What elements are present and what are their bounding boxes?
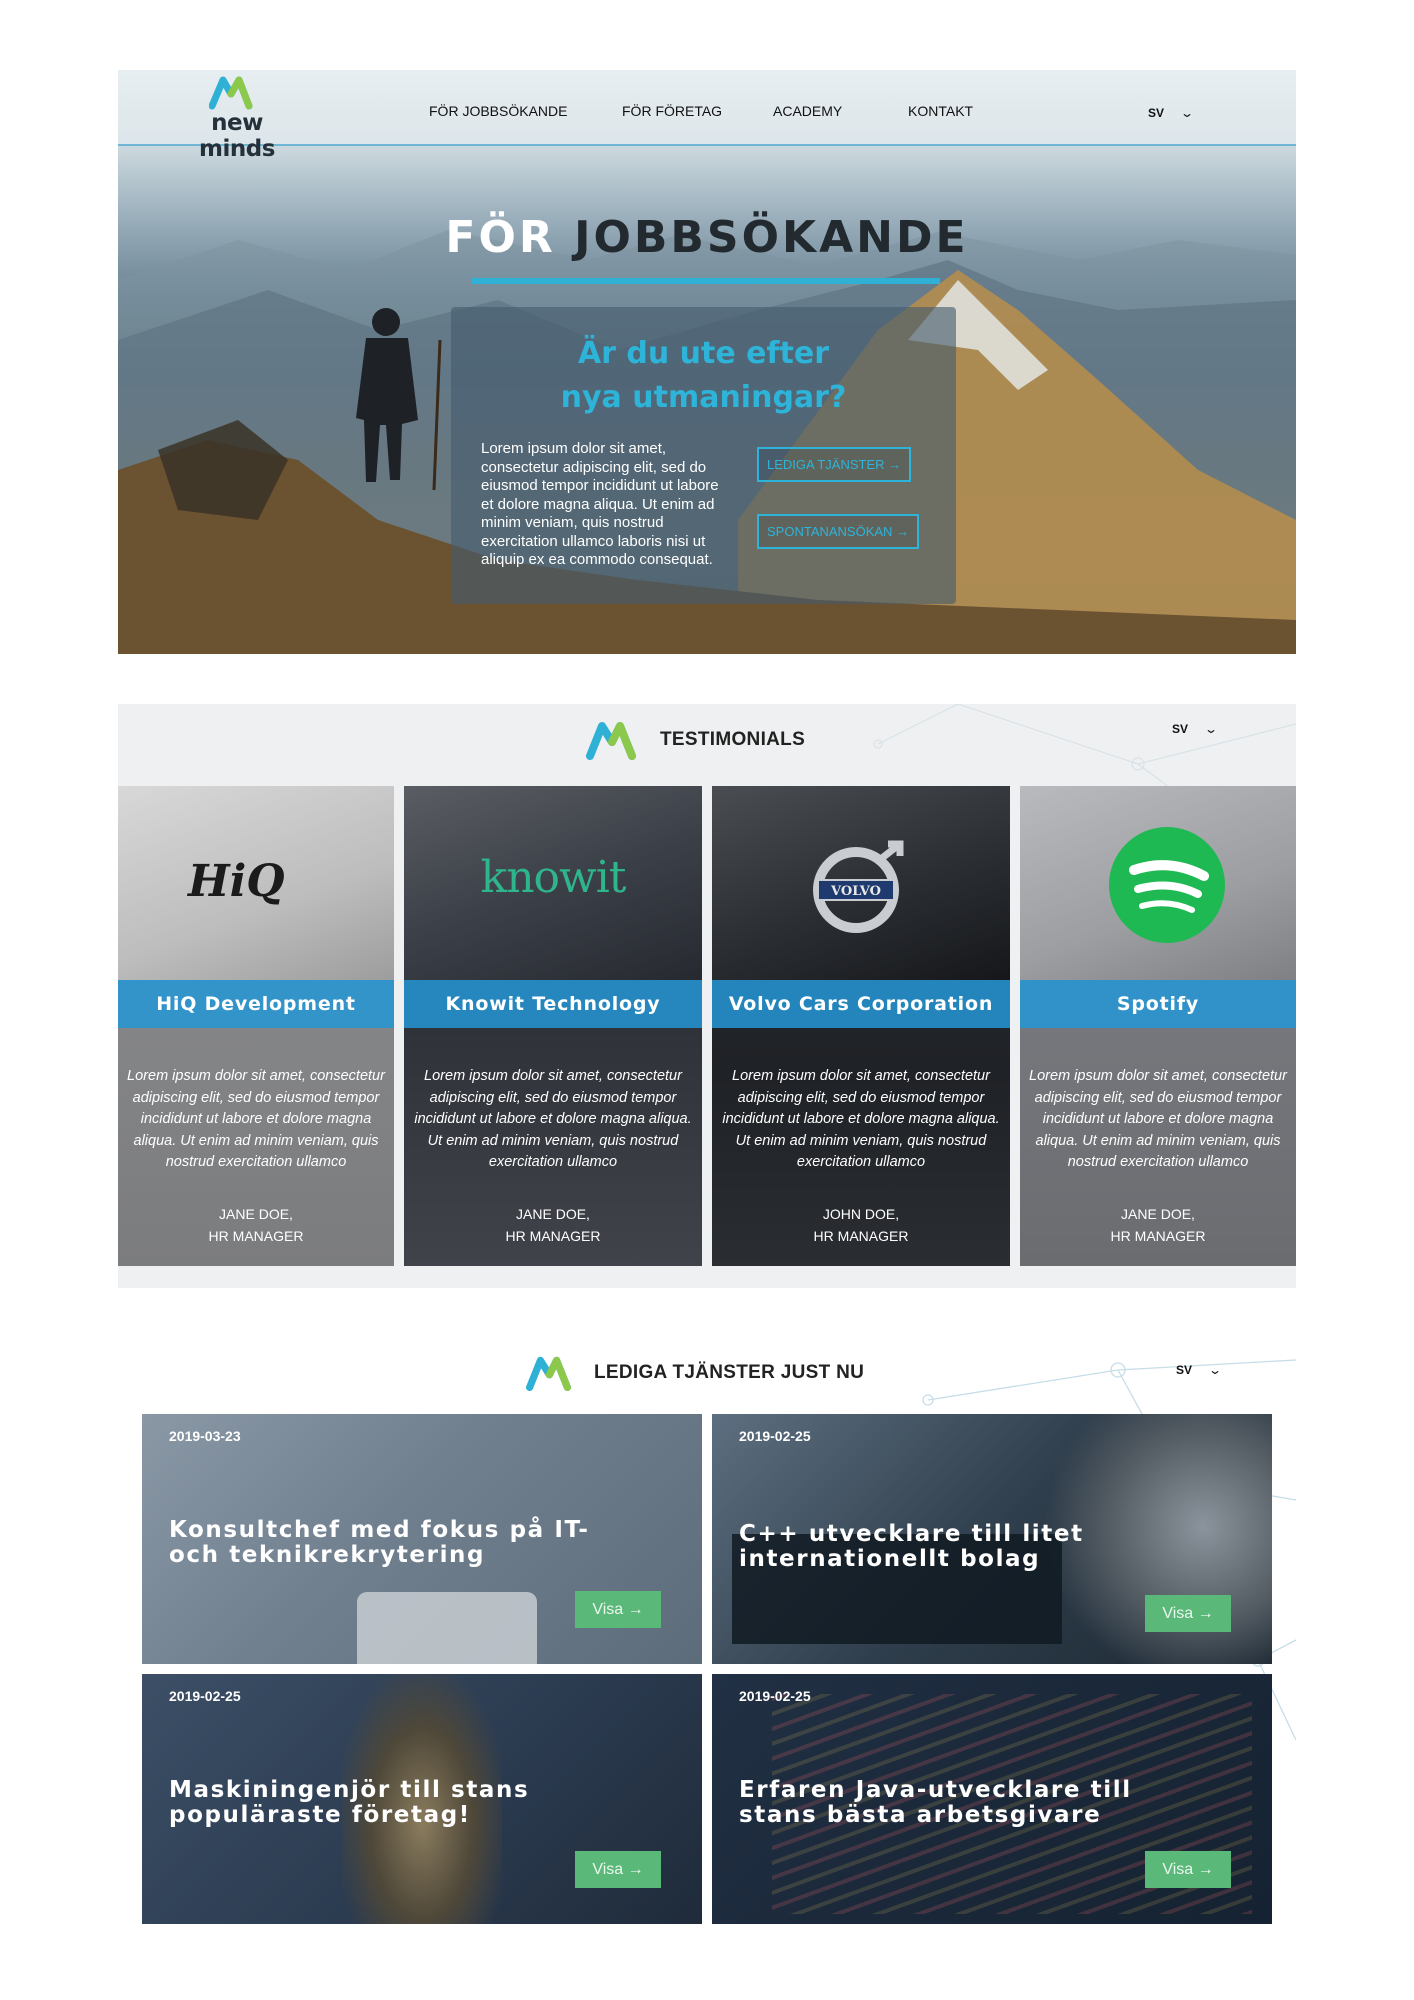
- available-jobs-button[interactable]: LEDIGA TJÄNSTER →: [757, 447, 912, 482]
- spontaneous-application-button[interactable]: SPONTANANSÖKAN →: [757, 514, 920, 549]
- job-listings-section: LEDIGA TJÄNSTER JUST NU SV ⌄ 2019-03-23 K…: [118, 1340, 1296, 1940]
- spotify-logo-icon: [1109, 827, 1225, 943]
- author-role: HR MANAGER: [813, 1227, 909, 1244]
- new-minds-m-icon: [586, 722, 636, 760]
- nav-academy[interactable]: ACADEMY: [773, 103, 842, 119]
- volvo-logo-text: VOLVO: [830, 884, 881, 899]
- language-code: SV: [1172, 722, 1189, 736]
- language-selector[interactable]: SV ⌄: [1148, 106, 1195, 120]
- job-date: 2019-02-25: [169, 1688, 241, 1704]
- new-minds-m-icon: [526, 1356, 571, 1391]
- testimonial-card[interactable]: VOLVO Volvo Cars Corporation Lorem ipsum…: [712, 786, 1010, 1266]
- nav-contact[interactable]: KONTAKT: [908, 103, 973, 119]
- hero-title-part1: FÖR: [445, 212, 556, 263]
- panel-heading-line2: nya utmaningar?: [560, 380, 847, 415]
- testimonial-author: JANE DOE, HR MANAGER: [1020, 1204, 1296, 1247]
- job-date: 2019-03-23: [169, 1428, 241, 1444]
- chevron-down-icon: ⌄: [1180, 106, 1195, 120]
- hiq-logo: HiQ: [188, 856, 285, 907]
- panel-heading-line1: Är du ute efter: [577, 336, 830, 371]
- testimonials-section: TESTIMONIALS SV ⌄ HiQ HiQ Development Lor…: [118, 704, 1296, 1288]
- company-name: Spotify: [1020, 980, 1296, 1028]
- testimonial-card[interactable]: knowit Knowit Technology Lorem ipsum dol…: [404, 786, 702, 1266]
- job-title[interactable]: C++ utvecklare till litet internationell…: [739, 1522, 1179, 1572]
- testimonial-quote: Lorem ipsum dolor sit amet, consectetur …: [127, 1068, 385, 1170]
- job-card[interactable]: 2019-02-25 C++ utvecklare till litet int…: [712, 1414, 1272, 1664]
- job-card[interactable]: 2019-02-25 Maskiningenjör till stans pop…: [142, 1674, 702, 1924]
- testimonials-title: TESTIMONIALS: [660, 729, 806, 750]
- panel-body-text: Lorem ipsum dolor sit amet, consectetur …: [481, 440, 719, 568]
- hero-info-panel: Är du ute efter nya utmaningar? Lorem ip…: [451, 307, 956, 604]
- testimonial-card[interactable]: Spotify Lorem ipsum dolor sit amet, cons…: [1020, 786, 1296, 1266]
- view-job-button[interactable]: Visa →: [1145, 1595, 1231, 1632]
- panel-heading: Är du ute efter nya utmaningar?: [451, 332, 956, 420]
- top-navigation-bar: new minds FÖR JOBBSÖKANDE FÖR FÖRETAG AC…: [118, 70, 1296, 162]
- company-name: Volvo Cars Corporation: [712, 980, 1010, 1028]
- hero-title: FÖR JOBBSÖKANDE: [118, 212, 1296, 263]
- testimonials-header: TESTIMONIALS: [586, 720, 805, 760]
- author-role: HR MANAGER: [208, 1227, 304, 1244]
- new-minds-logo[interactable]: new minds: [172, 74, 302, 162]
- language-selector[interactable]: SV ⌄: [1176, 1363, 1223, 1377]
- testimonial-author: JANE DOE, HR MANAGER: [118, 1204, 394, 1247]
- job-title[interactable]: Maskiningenjör till stans populäraste fö…: [169, 1778, 609, 1828]
- author-name: JOHN DOE,: [822, 1206, 900, 1222]
- author-name: JANE DOE,: [219, 1206, 293, 1222]
- nav-for-jobseekers[interactable]: FÖR JOBBSÖKANDE: [429, 103, 567, 119]
- testimonial-quote: Lorem ipsum dolor sit amet, consectetur …: [414, 1068, 692, 1170]
- hero-title-underline: [471, 278, 940, 284]
- nav-for-companies[interactable]: FÖR FÖRETAG: [622, 103, 722, 119]
- hero-section: new minds FÖR JOBBSÖKANDE FÖR FÖRETAG AC…: [118, 70, 1296, 654]
- view-job-button[interactable]: Visa →: [575, 1591, 661, 1628]
- language-code: SV: [1176, 1363, 1193, 1377]
- jobs-title: LEDIGA TJÄNSTER JUST NU: [594, 1362, 865, 1383]
- job-date: 2019-02-25: [739, 1428, 811, 1444]
- job-card[interactable]: 2019-02-25 Erfaren Java-utvecklare till …: [712, 1674, 1272, 1924]
- view-job-button[interactable]: Visa →: [1145, 1851, 1231, 1888]
- testimonial-card[interactable]: HiQ HiQ Development Lorem ipsum dolor si…: [118, 786, 394, 1266]
- testimonial-author: JANE DOE, HR MANAGER: [404, 1204, 702, 1247]
- volvo-logo-icon: VOLVO: [813, 840, 904, 933]
- author-role: HR MANAGER: [505, 1227, 601, 1244]
- logo-text: new minds: [199, 110, 275, 162]
- author-name: JANE DOE,: [516, 1206, 590, 1222]
- testimonial-quote: Lorem ipsum dolor sit amet, consectetur …: [1029, 1068, 1287, 1170]
- chevron-down-icon: ⌄: [1208, 1363, 1223, 1377]
- knowit-logo: knowit: [480, 852, 627, 903]
- company-name: HiQ Development: [118, 980, 394, 1028]
- testimonial-author: JOHN DOE, HR MANAGER: [712, 1204, 1010, 1247]
- jobs-header: LEDIGA TJÄNSTER JUST NU: [526, 1354, 864, 1392]
- job-title[interactable]: Erfaren Java-utvecklare till stans bästa…: [739, 1778, 1209, 1828]
- job-card-image-detail: [357, 1592, 537, 1664]
- view-job-button[interactable]: Visa →: [575, 1851, 661, 1888]
- hero-title-part2: JOBBSÖKANDE: [574, 212, 969, 263]
- author-role: HR MANAGER: [1110, 1227, 1206, 1244]
- job-title[interactable]: Konsultchef med fokus på IT- och teknikr…: [169, 1518, 609, 1568]
- language-code: SV: [1148, 106, 1165, 120]
- testimonial-quote: Lorem ipsum dolor sit amet, consectetur …: [722, 1068, 1000, 1170]
- job-card[interactable]: 2019-03-23 Konsultchef med fokus på IT- …: [142, 1414, 702, 1664]
- author-name: JANE DOE,: [1121, 1206, 1195, 1222]
- new-minds-m-icon: [209, 76, 253, 110]
- chevron-down-icon: ⌄: [1204, 722, 1219, 736]
- job-date: 2019-02-25: [739, 1688, 811, 1704]
- company-name: Knowit Technology: [404, 980, 702, 1028]
- language-selector[interactable]: SV ⌄: [1172, 722, 1219, 736]
